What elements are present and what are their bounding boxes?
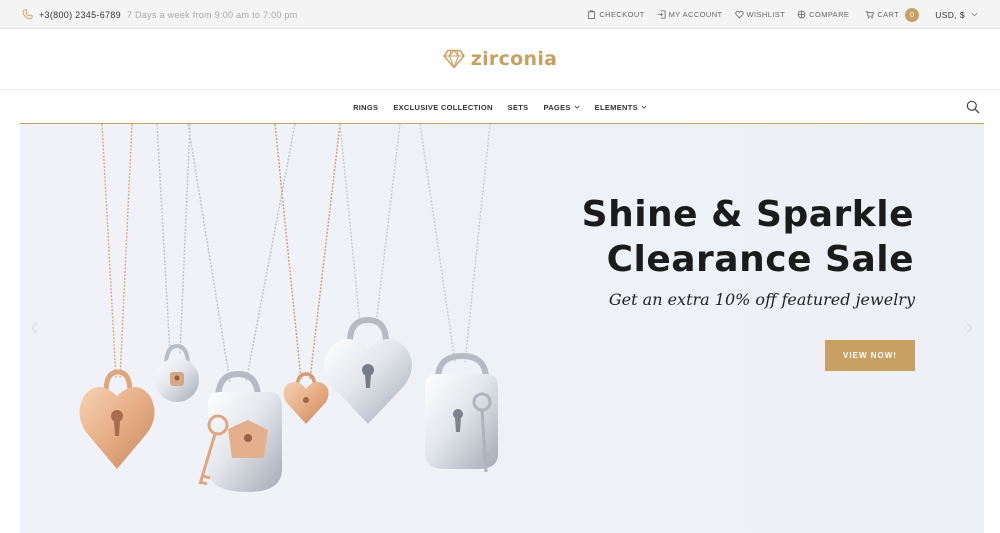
nav-item-pages[interactable]: PAGES — [543, 102, 580, 112]
rose-heart-small — [283, 372, 329, 424]
nav-label: ELEMENTS — [594, 102, 638, 112]
hero-banner: Shine & Sparkle Clearance Sale Get an ex… — [20, 124, 984, 533]
checkout-link[interactable]: CHECKOUT — [587, 10, 644, 19]
account-icon — [657, 10, 666, 19]
currency-selector[interactable]: USD, $ — [935, 10, 978, 20]
hero-title-line-1: Shine & Sparkle — [581, 194, 914, 235]
silver-padlock-large — [198, 370, 282, 492]
main-navigation: RINGS EXCLUSIVE COLLECTION SETS PAGES EL… — [0, 89, 1000, 124]
necklaces-illustration — [79, 124, 498, 492]
silver-heart-lock — [324, 316, 412, 424]
site-logo[interactable]: zirconia — [0, 29, 1000, 89]
nav-item-elements[interactable]: ELEMENTS — [595, 103, 647, 112]
view-now-button[interactable]: VIEW NOW! — [825, 340, 915, 371]
cart-icon — [866, 10, 875, 19]
contact-info: +3(800) 2345-6789 7 Days a week from 9:0… — [22, 0, 298, 29]
wishlist-link[interactable]: WISHLIST — [734, 10, 786, 19]
arrow-right-icon[interactable] — [964, 322, 974, 334]
cart-count-badge: 0 — [905, 7, 920, 22]
checkout-icon — [588, 10, 596, 19]
my-account-link[interactable]: MY ACCOUNT — [657, 10, 723, 19]
compare-icon — [797, 10, 806, 19]
business-hours: 7 Days a week from 9:00 am to 7:00 pm — [126, 9, 298, 20]
wishlist-icon — [734, 10, 744, 19]
chevron-down-icon — [574, 105, 580, 109]
silver-padlock-key — [425, 352, 498, 473]
hero-title: Shine & Sparkle Clearance Sale — [560, 192, 914, 282]
chevron-down-icon — [641, 105, 647, 109]
nav-item-rings[interactable]: RINGS — [353, 103, 378, 112]
account-label: MY ACCOUNT — [668, 10, 723, 19]
nav-label: RINGS — [353, 102, 379, 112]
account-links: CHECKOUT MY ACCOUNT WISHLIST COMPARE CAR… — [587, 0, 978, 29]
nav-label: EXCLUSIVE COLLECTION — [393, 102, 493, 112]
silver-padlock-small — [155, 343, 199, 402]
nav-item-exclusive-collection[interactable]: EXCLUSIVE COLLECTION — [393, 103, 492, 112]
cart-label: CART — [877, 10, 900, 19]
checkout-label: CHECKOUT — [599, 10, 645, 19]
nav-label: PAGES — [543, 102, 571, 112]
nav-item-sets[interactable]: SETS — [508, 103, 529, 112]
phone-number[interactable]: +3(800) 2345-6789 — [39, 10, 121, 20]
hero-title-line-2: Clearance Sale — [606, 239, 914, 280]
hero-subtitle: Get an extra 10% off featured jewelry — [608, 290, 915, 309]
rose-heart-lock — [79, 369, 155, 469]
search-icon[interactable] — [966, 100, 980, 114]
chevron-down-icon — [971, 12, 978, 17]
nav-label: SETS — [507, 102, 529, 112]
logo-text: zirconia — [470, 48, 558, 70]
compare-link[interactable]: COMPARE — [797, 10, 849, 19]
compare-label: COMPARE — [809, 10, 850, 19]
currency-value: USD, $ — [935, 9, 965, 20]
diamond-logo-icon — [442, 49, 465, 69]
arrow-left-icon[interactable] — [30, 322, 40, 334]
top-bar: +3(800) 2345-6789 7 Days a week from 9:0… — [0, 0, 1000, 29]
cart-link[interactable]: CART 0 — [865, 7, 920, 22]
wishlist-label: WISHLIST — [746, 10, 786, 19]
phone-icon — [22, 9, 33, 20]
